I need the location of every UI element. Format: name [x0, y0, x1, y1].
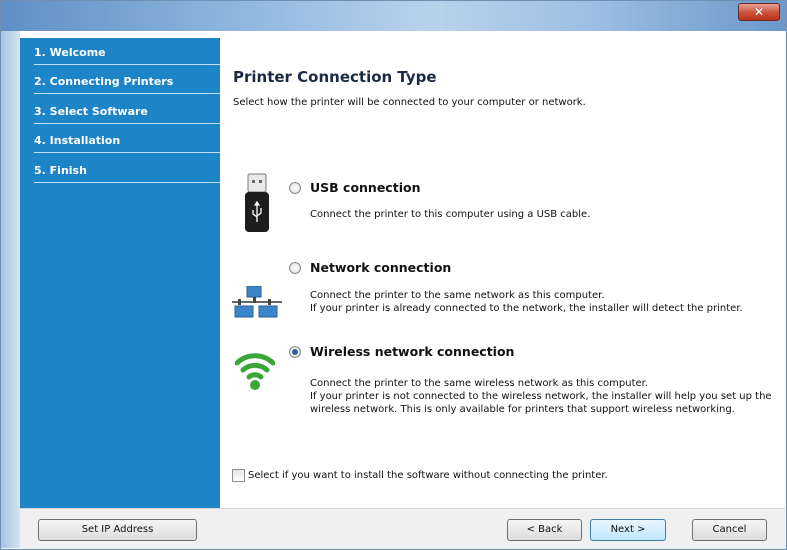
- usb-connection-label: USB connection: [310, 180, 421, 195]
- usb-icon: [245, 173, 269, 232]
- steps-sidebar: 1. Welcome 2. Connecting Printers 3. Sel…: [20, 38, 220, 508]
- step-installation: 4. Installation: [34, 128, 220, 153]
- wireless-desc-line-2: If your printer is not connected to the …: [310, 391, 772, 402]
- network-desc-line-2: If your printer is already connected to …: [310, 303, 743, 314]
- network-connection-label: Network connection: [310, 260, 452, 275]
- next-button[interactable]: Next >: [590, 519, 666, 541]
- page-subtitle: Select how the printer will be connected…: [233, 97, 586, 108]
- step-connecting-printers: 2. Connecting Printers: [34, 69, 220, 94]
- step-select-software: 3. Select Software: [34, 99, 220, 124]
- title-bar[interactable]: ✕: [1, 1, 786, 31]
- usb-desc-line: Connect the printer to this computer usi…: [310, 209, 591, 220]
- install-without-printer-checkbox[interactable]: [232, 469, 245, 482]
- wireless-connection-label: Wireless network connection: [310, 344, 515, 359]
- install-without-printer-label: Select if you want to install the softwa…: [248, 470, 608, 481]
- set-ip-address-button[interactable]: Set IP Address: [38, 519, 197, 541]
- cancel-button[interactable]: Cancel: [692, 519, 767, 541]
- installer-window: ✕ 1. Welcome 2. Connecting Printers 3. S…: [0, 0, 787, 550]
- wireless-desc-line-3: wireless network. This is only available…: [310, 404, 735, 415]
- back-button[interactable]: < Back: [507, 519, 582, 541]
- usb-connection-radio[interactable]: [289, 182, 301, 194]
- network-connection-desc: Connect the printer to the same network …: [310, 289, 743, 315]
- wireless-connection-radio[interactable]: [289, 346, 301, 358]
- page-title: Printer Connection Type: [233, 68, 437, 86]
- wireless-connection-desc: Connect the printer to the same wireless…: [310, 377, 772, 416]
- step-welcome: 1. Welcome: [34, 40, 220, 65]
- window-frame-edge: [1, 31, 20, 548]
- close-button[interactable]: ✕: [738, 3, 780, 21]
- wireless-desc-line-1: Connect the printer to the same wireless…: [310, 378, 649, 389]
- network-connection-radio[interactable]: [289, 262, 301, 274]
- usb-connection-desc: Connect the printer to this computer usi…: [310, 208, 590, 221]
- step-finish: 5. Finish: [34, 158, 220, 183]
- network-desc-line-1: Connect the printer to the same network …: [310, 290, 605, 301]
- network-icon: [232, 286, 282, 318]
- wireless-icon: [235, 353, 275, 390]
